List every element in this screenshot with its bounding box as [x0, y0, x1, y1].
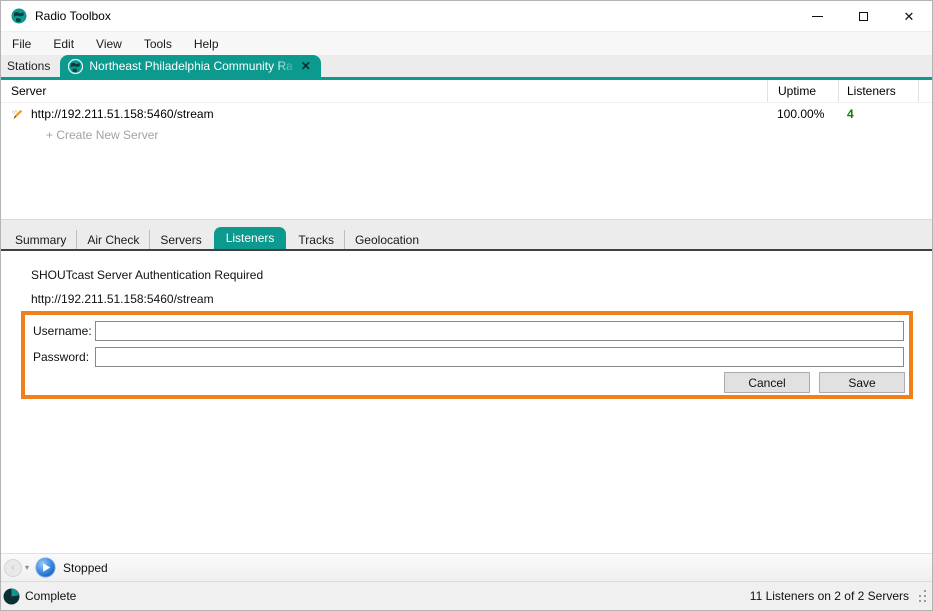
password-field[interactable] [95, 347, 904, 367]
auth-form-highlight-box: Username: Password: Cancel Save [21, 311, 913, 399]
detail-tab-strip: Summary Air Check Servers Listeners Trac… [1, 229, 932, 251]
column-header-listeners[interactable]: Listeners [839, 80, 919, 102]
menu-tools[interactable]: Tools [133, 33, 183, 55]
password-label: Password: [25, 350, 95, 364]
column-header-uptime[interactable]: Uptime [767, 80, 839, 102]
maximize-button[interactable] [840, 1, 886, 31]
auth-heading: SHOUTcast Server Authentication Required [31, 268, 263, 282]
back-button[interactable]: ‹ [4, 559, 22, 577]
app-window: Radio Toolbox ✕ File Edit View Tools Hel… [0, 0, 933, 611]
complete-pie-icon [3, 588, 20, 605]
status-complete-text: Complete [25, 589, 76, 603]
tab-stations[interactable]: Stations [1, 55, 60, 77]
minimize-button[interactable] [794, 1, 840, 31]
minimize-icon [812, 16, 823, 17]
close-button[interactable]: ✕ [886, 1, 932, 31]
server-table: Server Uptime Listeners http://192.211.5… [1, 80, 932, 219]
tab-active-station[interactable]: Northeast Philadelphia Community Ra ✕ [60, 55, 321, 77]
playback-status: Stopped [63, 561, 108, 575]
menu-help[interactable]: Help [183, 33, 230, 55]
save-button[interactable]: Save [819, 372, 905, 393]
status-bar: Complete 11 Listeners on 2 of 2 Servers [1, 581, 932, 610]
station-tab-strip: Stations Northeast Philadelphia Communit… [1, 55, 932, 77]
auth-stream-url: http://192.211.51.158:5460/stream [31, 292, 214, 306]
tab-listeners[interactable]: Listeners [214, 227, 287, 249]
tab-servers[interactable]: Servers [150, 230, 211, 249]
server-uptime: 100.00% [767, 107, 839, 121]
username-field[interactable] [95, 321, 904, 341]
maximize-icon [859, 12, 868, 21]
menu-view[interactable]: View [85, 33, 133, 55]
column-header-server[interactable]: Server [1, 84, 767, 98]
menu-bar: File Edit View Tools Help [1, 31, 932, 55]
app-logo-icon [11, 8, 27, 24]
panel-splitter[interactable] [1, 219, 932, 229]
play-button[interactable] [35, 557, 56, 578]
tab-air-check[interactable]: Air Check [77, 230, 150, 249]
server-url: http://192.211.51.158:5460/stream [31, 107, 214, 121]
station-tab-label: Northeast Philadelphia Community Ra [89, 59, 292, 73]
cancel-button[interactable]: Cancel [724, 372, 810, 393]
listeners-tab-content: SHOUTcast Server Authentication Required… [1, 251, 932, 553]
username-label: Username: [25, 324, 95, 338]
table-row[interactable]: http://192.211.51.158:5460/stream 100.00… [1, 103, 932, 125]
close-icon: ✕ [904, 10, 915, 23]
tab-geolocation[interactable]: Geolocation [345, 230, 429, 249]
back-icon: ‹ [11, 562, 15, 574]
menu-file[interactable]: File [1, 33, 42, 55]
create-new-server-link[interactable]: + Create New Server [1, 125, 932, 145]
server-broadcast-icon [11, 107, 25, 121]
tab-label-fade [275, 55, 297, 77]
resize-grip[interactable] [915, 589, 928, 602]
title-bar: Radio Toolbox ✕ [1, 1, 932, 31]
server-listeners-count: 4 [847, 107, 854, 121]
chevron-down-icon[interactable]: ▾ [25, 563, 29, 572]
station-globe-icon [68, 59, 83, 74]
menu-edit[interactable]: Edit [42, 33, 85, 55]
server-table-header: Server Uptime Listeners [1, 80, 932, 103]
station-tab-close-icon[interactable]: ✕ [301, 60, 311, 72]
playback-toolbar: ‹ ▾ Stopped [1, 553, 932, 581]
window-title: Radio Toolbox [35, 9, 111, 23]
tab-summary[interactable]: Summary [5, 230, 77, 249]
tab-tracks[interactable]: Tracks [288, 230, 345, 249]
listeners-summary-text: 11 Listeners on 2 of 2 Servers [750, 589, 909, 603]
